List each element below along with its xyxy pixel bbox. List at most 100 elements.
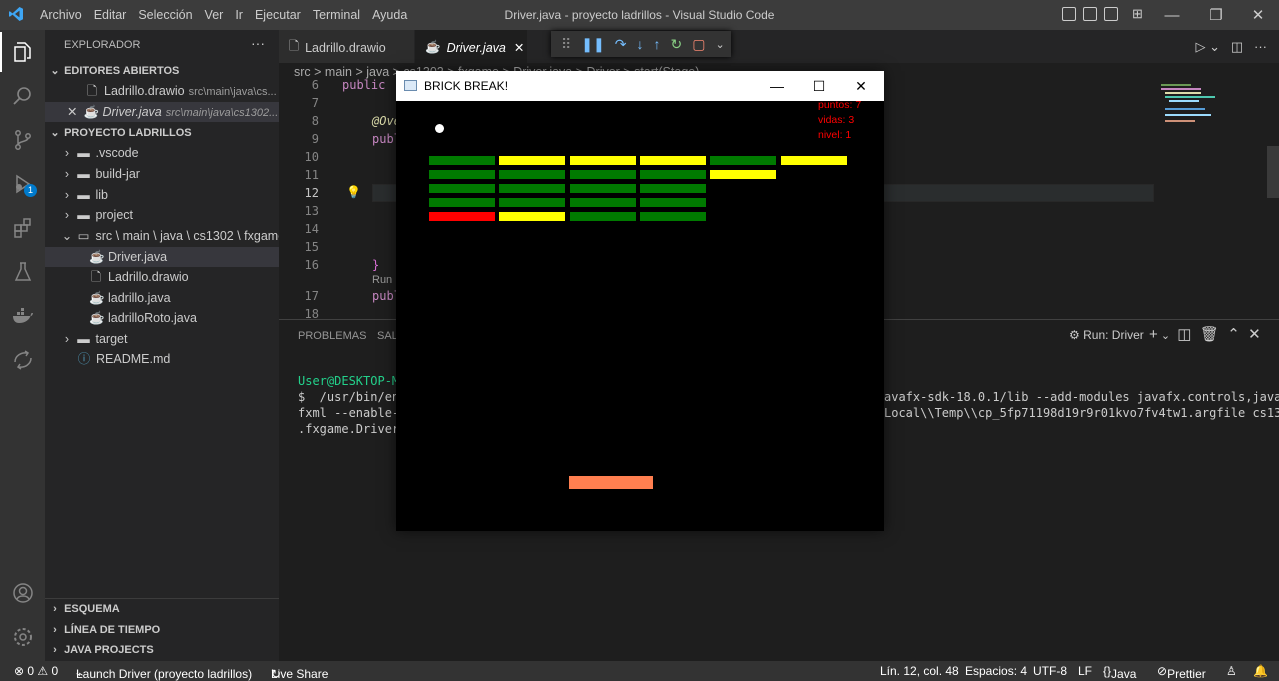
chevron-right-icon: ›	[64, 332, 70, 346]
line-number: 8	[311, 114, 319, 128]
close-panel-icon[interactable]: ✕	[1248, 326, 1261, 343]
docker-icon[interactable]	[0, 294, 45, 338]
close-editor-icon[interactable]: ✕	[67, 105, 77, 119]
outline-section[interactable]: › ESQUEMA	[45, 599, 279, 619]
toggle-sidebar-icon[interactable]	[1062, 7, 1076, 21]
step-out-icon[interactable]: ↑	[653, 36, 660, 52]
tab-problems[interactable]: PROBLEMAS	[298, 330, 366, 342]
chevron-right-icon: ›	[64, 146, 70, 160]
lightbulb-icon[interactable]: 💡	[346, 185, 361, 199]
add-terminal-icon[interactable]: +	[1149, 326, 1158, 343]
close-button[interactable]: ✕	[1235, 0, 1279, 30]
tree-label: project	[95, 208, 134, 222]
settings-icon[interactable]	[0, 615, 45, 659]
stop-icon[interactable]: ▢	[692, 36, 705, 53]
tree-file[interactable]: ☕ ladrilloRoto.java	[45, 308, 279, 328]
step-into-icon[interactable]: ↓	[636, 36, 643, 52]
menu-ir[interactable]: Ir	[229, 8, 249, 22]
open-editor-item-active[interactable]: ✕ ☕ Driver.java src\main\java\cs1302...	[45, 102, 279, 122]
terminal-prompt: User@DESKTOP-MF	[298, 374, 407, 388]
prettier-status[interactable]: ⊘ Prettier	[1157, 664, 1206, 681]
split-editor-icon[interactable]: ◫	[1231, 39, 1243, 54]
tree-label: target	[95, 332, 128, 346]
debug-toolbar: ⠿ ❚❚ ↷ ↓ ↑ ↻ ▢ ⌄	[551, 31, 731, 57]
indentation-status[interactable]: Espacios: 4	[965, 664, 1027, 678]
tree-file[interactable]: ☕ ladrillo.java	[45, 288, 279, 308]
live-share-label: Live Share	[271, 667, 329, 681]
customize-layout-icon[interactable]: ⊞	[1132, 6, 1143, 22]
split-terminal-icon[interactable]: ◫	[1177, 326, 1191, 343]
menu-ejecutar[interactable]: Ejecutar	[249, 8, 307, 22]
tree-folder[interactable]: › ▬ .vscode	[45, 143, 279, 163]
run-icon[interactable]: ▷	[1196, 39, 1206, 54]
editor-scrollbar[interactable]	[1267, 146, 1279, 198]
project-section[interactable]: ⌄ PROYECTO LADRILLOS	[45, 123, 279, 143]
run-debug-icon[interactable]: 1	[0, 162, 45, 206]
folder-icon: ▬	[77, 167, 90, 181]
explorer-sidebar: EXPLORADOR ··· ⌄ EDITORES ABIERTOS 🗋 Ladr…	[45, 30, 279, 661]
tree-label: lib	[95, 188, 108, 202]
close-tab-icon[interactable]: ✕	[514, 40, 524, 55]
menu-editar[interactable]: Editar	[88, 8, 133, 22]
menu-archivo[interactable]: Archivo	[34, 8, 88, 22]
timeline-section[interactable]: › LÍNEA DE TIEMPO	[45, 620, 279, 640]
notifications-icon[interactable]: 🔔	[1253, 664, 1268, 678]
error-count: 0	[27, 664, 35, 678]
restore-button[interactable]: ❐	[1193, 0, 1239, 30]
tab-label: Driver.java	[446, 40, 506, 55]
eol-status[interactable]: LF	[1078, 664, 1092, 678]
chevron-down-icon[interactable]: ⌄	[715, 38, 724, 51]
menu-ayuda[interactable]: Ayuda	[366, 8, 413, 22]
tab-driver-java[interactable]: ☕ Driver.java ✕	[415, 30, 527, 65]
game-window[interactable]: BRICK BREAK! — ☐ ✕ puntos: 7 vidas: 3 ni…	[396, 71, 884, 531]
tree-folder[interactable]: › ▬ project	[45, 205, 279, 225]
pause-icon[interactable]: ❚❚	[581, 36, 604, 53]
step-over-icon[interactable]: ↷	[615, 36, 627, 53]
tree-folder-open[interactable]: ⌄ ▭ src \ main \ java \ cs1302 \ fxgame	[45, 226, 279, 246]
menu-seleccion[interactable]: Selección	[132, 8, 198, 22]
testing-icon[interactable]	[0, 250, 45, 294]
more-actions-icon[interactable]: ···	[1254, 39, 1267, 54]
trash-icon[interactable]: 🗑	[1200, 326, 1219, 343]
encoding-status[interactable]: UTF-8	[1033, 664, 1067, 678]
tree-file-selected[interactable]: ☕ Driver.java	[45, 247, 279, 267]
tree-folder[interactable]: › ▬ lib	[45, 185, 279, 205]
toggle-panel-icon[interactable]	[1083, 7, 1097, 21]
java-file-icon: ☕	[89, 311, 105, 325]
language-status[interactable]: {} Java	[1103, 664, 1136, 681]
menu-terminal[interactable]: Terminal	[307, 8, 366, 22]
tree-folder[interactable]: › ▬ target	[45, 329, 279, 349]
explorer-icon[interactable]	[0, 30, 45, 74]
terminal-selector[interactable]: ⚙ Run: Driver	[1069, 328, 1144, 342]
tree-file[interactable]: ⓘ README.md	[45, 349, 279, 369]
open-folder-icon: ▭	[77, 229, 90, 243]
search-icon[interactable]	[0, 74, 45, 118]
extensions-icon[interactable]	[0, 206, 45, 250]
cursor-position[interactable]: Lín. 12, col. 48	[880, 664, 959, 678]
line-number: 6	[311, 78, 319, 92]
timeline-label: LÍNEA DE TIEMPO	[64, 624, 161, 636]
tab-ladrillo-drawio[interactable]: 🗋 Ladrillo.drawio	[279, 30, 414, 65]
run-codelens[interactable]: Run |	[372, 274, 398, 286]
feedback-icon[interactable]: ♙	[1226, 664, 1237, 678]
brick-green	[429, 198, 495, 207]
source-control-icon[interactable]	[0, 118, 45, 162]
chevron-down-icon[interactable]: ⌄	[1158, 330, 1173, 342]
tree-file[interactable]: 🗋 Ladrillo.drawio	[45, 267, 279, 287]
more-actions-icon[interactable]: ···	[251, 35, 265, 51]
minimize-button[interactable]: —	[1149, 0, 1195, 30]
java-projects-section[interactable]: › JAVA PROJECTS	[45, 640, 279, 660]
menu-ver[interactable]: Ver	[199, 8, 230, 22]
restart-icon[interactable]: ↻	[670, 36, 682, 53]
drag-handle-icon[interactable]: ⠿	[561, 36, 571, 53]
open-editor-item[interactable]: 🗋 Ladrillo.drawio src\main\java\cs...	[45, 81, 279, 101]
tree-folder[interactable]: › ▬ build-jar	[45, 164, 279, 184]
open-editors-section[interactable]: ⌄ EDITORES ABIERTOS	[45, 61, 279, 81]
remote-icon[interactable]	[0, 338, 45, 382]
toggle-secondary-sidebar-icon[interactable]	[1104, 7, 1118, 21]
account-icon[interactable]	[0, 571, 45, 615]
paddle[interactable]	[569, 476, 653, 489]
maximize-panel-icon[interactable]: ⌃	[1227, 326, 1240, 343]
minimap[interactable]	[1159, 82, 1219, 130]
problems-status[interactable]: ⊗ 0 ⚠ 0	[14, 664, 58, 678]
